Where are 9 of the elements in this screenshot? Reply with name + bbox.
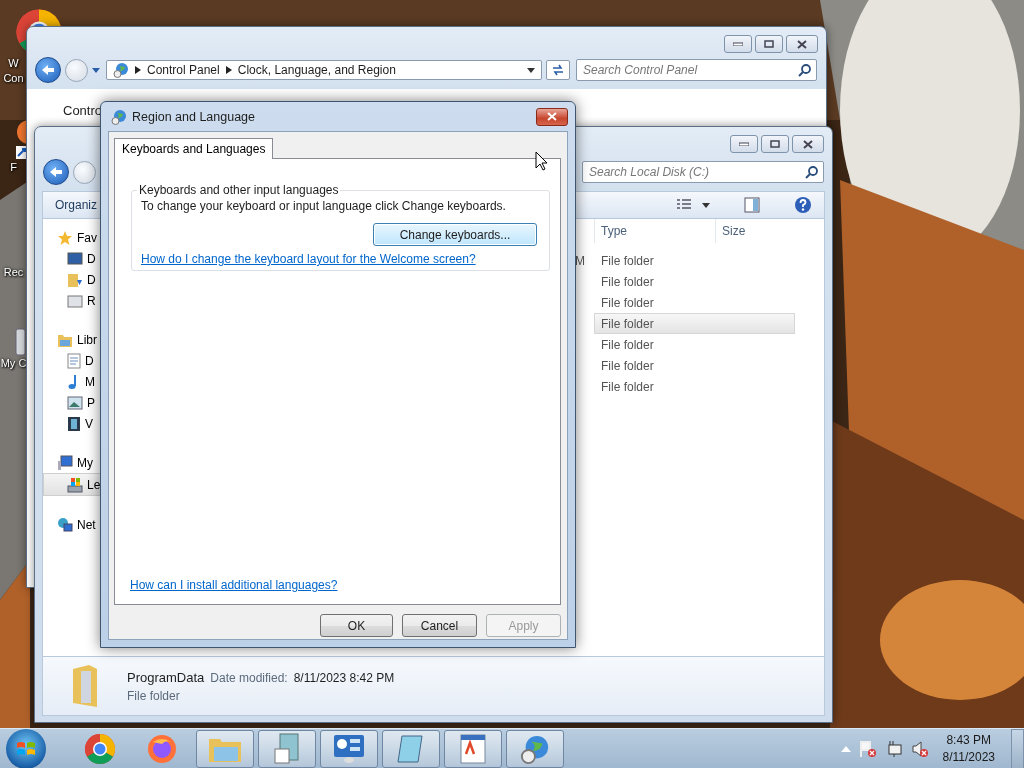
- dialog-title: Region and Language: [132, 109, 256, 124]
- table-cell: M: [575, 253, 585, 268]
- instruction-text: To change your keyboard or input language click Change keyboards.: [141, 199, 507, 213]
- file-type: File folder: [127, 688, 181, 703]
- group-title: Keyboards and other input languages: [138, 183, 340, 197]
- detail-value: 8/11/2023 8:42 PM: [293, 670, 395, 685]
- content-heading: Contro: [63, 103, 103, 118]
- detail-label: Date modified:: [210, 670, 288, 685]
- file-name: ProgramData: [127, 669, 205, 685]
